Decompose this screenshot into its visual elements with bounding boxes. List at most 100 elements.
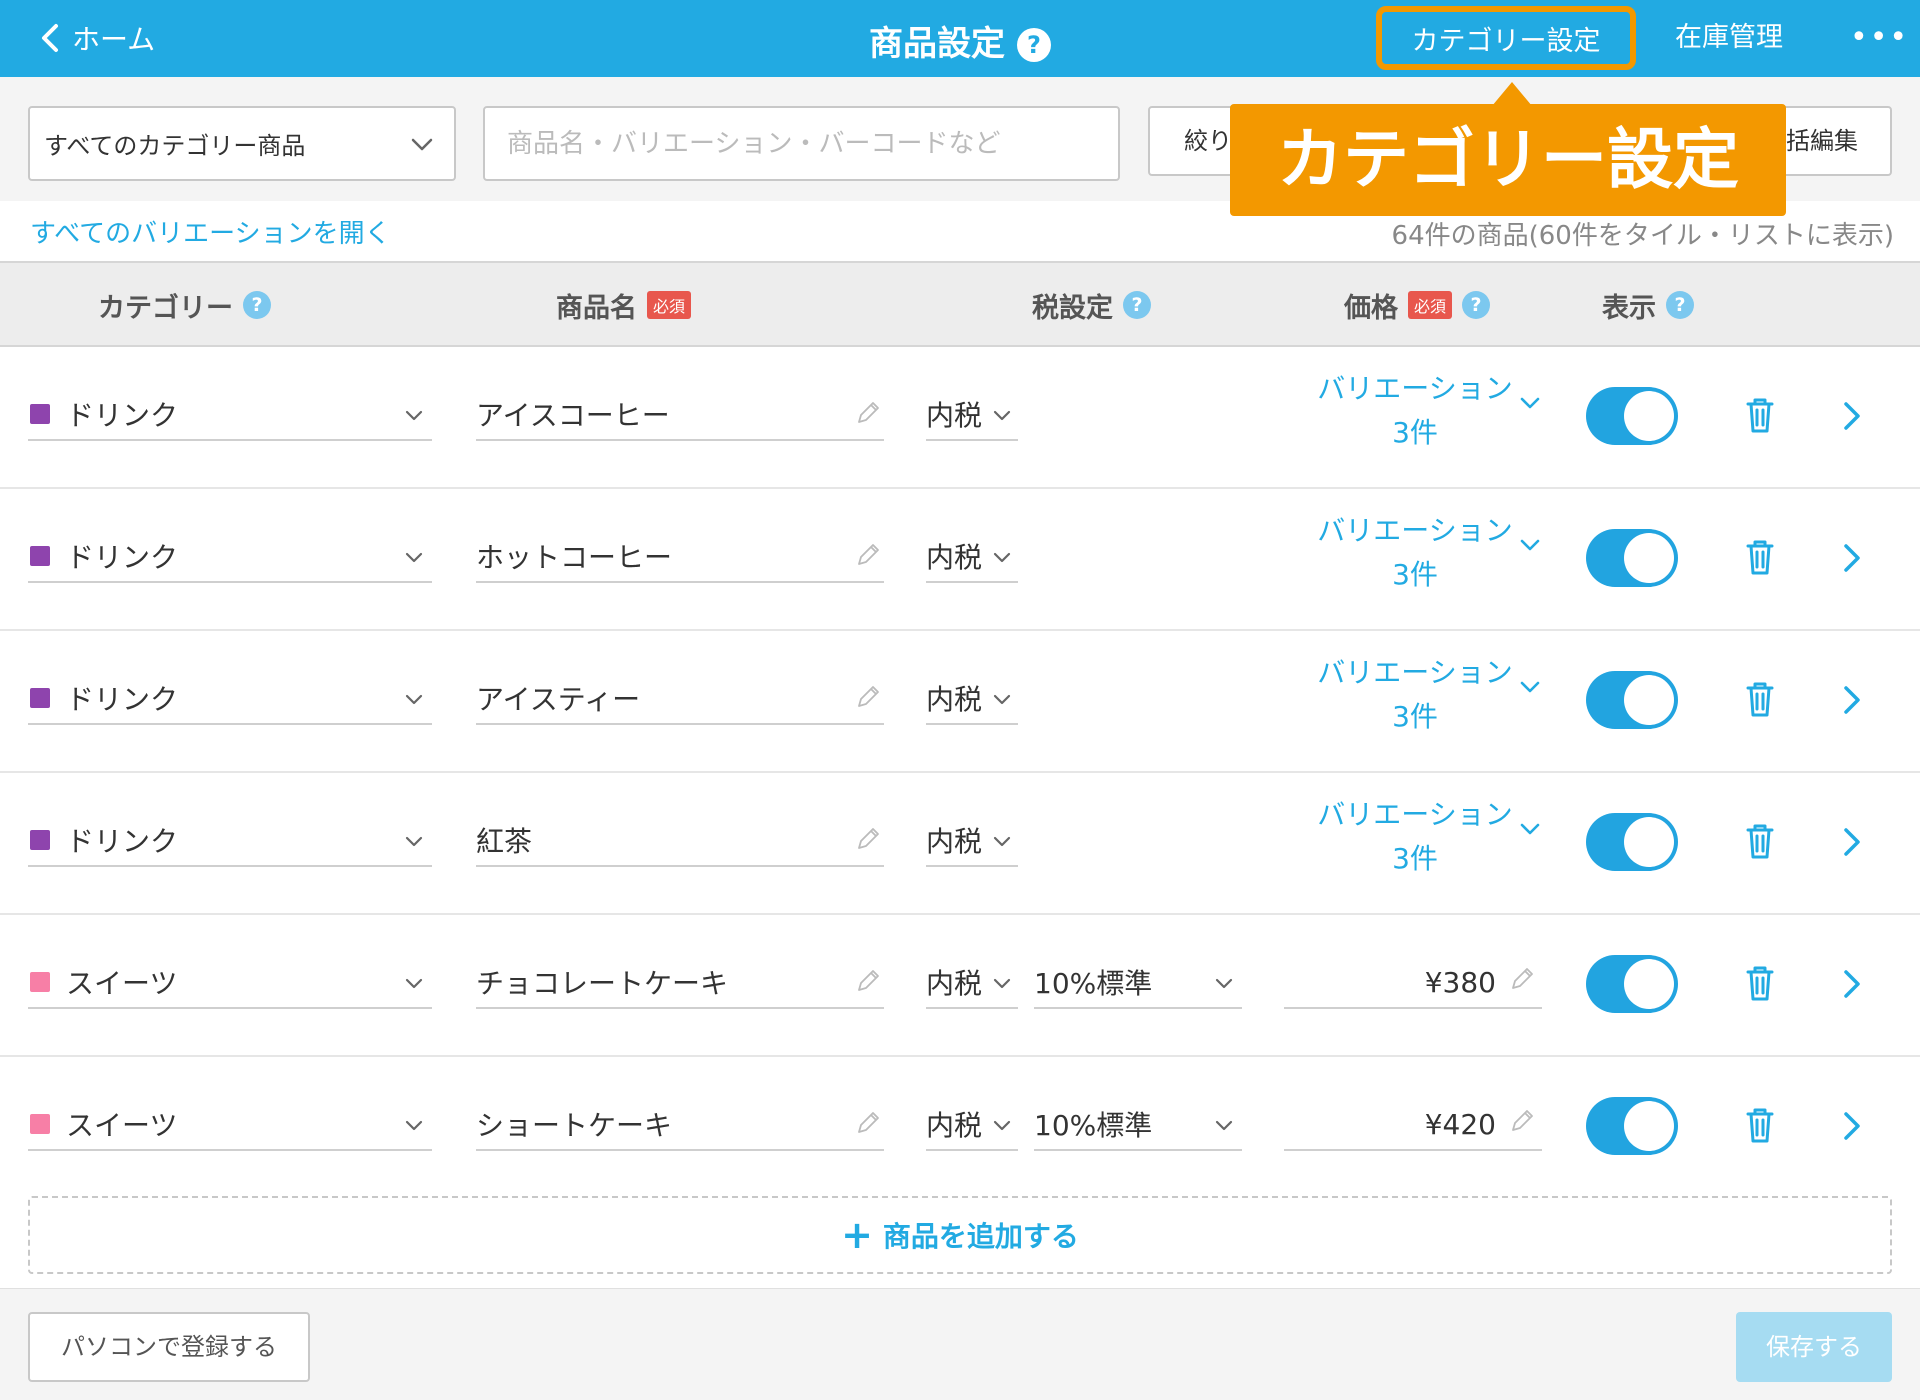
pencil-icon (858, 402, 879, 423)
tax-type-select[interactable]: 内税 (926, 389, 1018, 441)
chevron-down-icon (993, 410, 1011, 421)
help-icon[interactable]: ? (243, 291, 271, 319)
chevron-down-icon (1215, 978, 1233, 989)
product-name-field[interactable]: 紅茶 (476, 815, 884, 867)
chevron-down-icon (411, 138, 433, 151)
pencil-icon (858, 970, 879, 991)
category-select[interactable]: ドリンク (28, 673, 432, 725)
visibility-toggle[interactable] (1586, 529, 1678, 587)
chevron-down-icon[interactable] (1516, 815, 1544, 843)
category-color-swatch (30, 688, 50, 708)
required-badge: 必須 (1408, 291, 1453, 319)
variation-link[interactable]: バリエーション 3件 (1300, 793, 1530, 881)
product-name-value: チョコレートケーキ (476, 967, 729, 1000)
chevron-down-icon (993, 552, 1011, 563)
chevron-down-icon[interactable] (1516, 673, 1544, 701)
column-header-price: 価格 必須 ? (1344, 287, 1491, 324)
visibility-toggle[interactable] (1586, 813, 1678, 871)
category-filter-select[interactable]: すべてのカテゴリー商品 (28, 106, 456, 181)
chevron-down-icon (405, 410, 423, 421)
chevron-right-icon[interactable] (1840, 683, 1864, 717)
trash-icon[interactable] (1742, 395, 1778, 435)
category-value: スイーツ (66, 967, 178, 1000)
product-name-field[interactable]: ショートケーキ (476, 1099, 884, 1151)
tax-rate-select[interactable]: 10%標準 (1034, 957, 1242, 1009)
trash-icon[interactable] (1742, 679, 1778, 719)
pencil-icon (1512, 1110, 1533, 1131)
tax-type-select[interactable]: 内税 (926, 1099, 1018, 1151)
category-select[interactable]: ドリンク (28, 815, 432, 867)
tax-type-value: 内税 (926, 399, 983, 432)
trash-icon[interactable] (1742, 963, 1778, 1003)
help-icon[interactable]: ? (1123, 291, 1151, 319)
chevron-right-icon[interactable] (1840, 1109, 1864, 1143)
add-product-button[interactable]: + 商品を追加する (28, 1196, 1892, 1274)
chevron-down-icon (993, 694, 1011, 705)
more-menu-icon[interactable]: ••• (1850, 20, 1907, 56)
help-icon[interactable]: ? (1462, 291, 1491, 319)
tax-type-select[interactable]: 内税 (926, 673, 1018, 725)
toggle-knob (1624, 959, 1674, 1009)
info-row: すべてのバリエーションを開く 64件の商品(60件をタイル・リストに表示) (0, 201, 1920, 261)
variation-link[interactable]: バリエーション 3件 (1300, 367, 1530, 455)
visibility-toggle[interactable] (1586, 1097, 1678, 1155)
table-row: ドリンク アイスティー 内税 バリエーション 3件 (0, 631, 1920, 773)
category-select[interactable]: ドリンク (28, 531, 432, 583)
add-product-label: 商品を追加する (882, 1220, 1079, 1253)
column-header-name: 商品名 必須 (556, 287, 692, 324)
category-select[interactable]: ドリンク (28, 389, 432, 441)
product-name-value: ショートケーキ (476, 1109, 673, 1142)
trash-icon[interactable] (1742, 821, 1778, 861)
chevron-down-icon (405, 978, 423, 989)
trash-icon[interactable] (1742, 1105, 1778, 1145)
category-settings-label: カテゴリー設定 (1411, 25, 1601, 57)
variation-link[interactable]: バリエーション 3件 (1300, 509, 1530, 597)
tax-rate-value: 10%標準 (1034, 1109, 1153, 1142)
column-header-price-label: 価格 (1344, 292, 1398, 324)
chevron-right-icon[interactable] (1840, 825, 1864, 859)
chevron-right-icon[interactable] (1840, 399, 1864, 433)
expand-all-variations-link[interactable]: すべてのバリエーションを開く (30, 213, 391, 250)
save-button[interactable]: 保存する (1736, 1312, 1892, 1382)
help-icon[interactable]: ? (1017, 28, 1051, 62)
pencil-icon (858, 544, 879, 565)
category-select[interactable]: スイーツ (28, 1099, 432, 1151)
chevron-down-icon (1215, 1120, 1233, 1131)
chevron-down-icon[interactable] (1516, 389, 1544, 417)
chevron-right-icon[interactable] (1840, 967, 1864, 1001)
stock-management-button[interactable]: 在庫管理 (1675, 18, 1783, 58)
category-color-swatch (30, 972, 50, 992)
tax-type-select[interactable]: 内税 (926, 531, 1018, 583)
variation-label: バリエーション (1317, 656, 1513, 689)
tax-rate-select[interactable]: 10%標準 (1034, 1099, 1242, 1151)
visibility-toggle[interactable] (1586, 671, 1678, 729)
chevron-down-icon[interactable] (1516, 531, 1544, 559)
category-value: スイーツ (66, 1109, 178, 1142)
column-header-display: 表示 ? (1602, 287, 1694, 324)
category-filter-value: すべてのカテゴリー商品 (44, 132, 306, 160)
trash-icon[interactable] (1742, 537, 1778, 577)
table-row: ドリンク アイスコーヒー 内税 バリエーション 3件 (0, 347, 1920, 489)
category-select[interactable]: スイーツ (28, 957, 432, 1009)
visibility-toggle[interactable] (1586, 387, 1678, 445)
price-value: ¥380 (1424, 965, 1496, 999)
plus-icon: + (841, 1213, 873, 1257)
tax-type-select[interactable]: 内税 (926, 957, 1018, 1009)
product-name-field[interactable]: チョコレートケーキ (476, 957, 884, 1009)
help-icon[interactable]: ? (1666, 291, 1694, 319)
register-on-pc-button[interactable]: パソコンで登録する (28, 1312, 310, 1382)
category-settings-button[interactable]: カテゴリー設定 (1376, 6, 1636, 70)
chevron-right-icon[interactable] (1840, 541, 1864, 575)
price-field[interactable]: ¥420 (1284, 1099, 1542, 1151)
visibility-toggle[interactable] (1586, 955, 1678, 1013)
tax-type-select[interactable]: 内税 (926, 815, 1018, 867)
price-field[interactable]: ¥380 (1284, 957, 1542, 1009)
column-header-category-label: カテゴリー (98, 292, 233, 324)
search-input[interactable] (483, 106, 1120, 181)
product-name-field[interactable]: ホットコーヒー (476, 531, 884, 583)
variation-link[interactable]: バリエーション 3件 (1300, 651, 1530, 739)
product-name-field[interactable]: アイスコーヒー (476, 389, 884, 441)
category-color-swatch (30, 546, 50, 566)
category-color-swatch (30, 404, 50, 424)
product-name-field[interactable]: アイスティー (476, 673, 884, 725)
